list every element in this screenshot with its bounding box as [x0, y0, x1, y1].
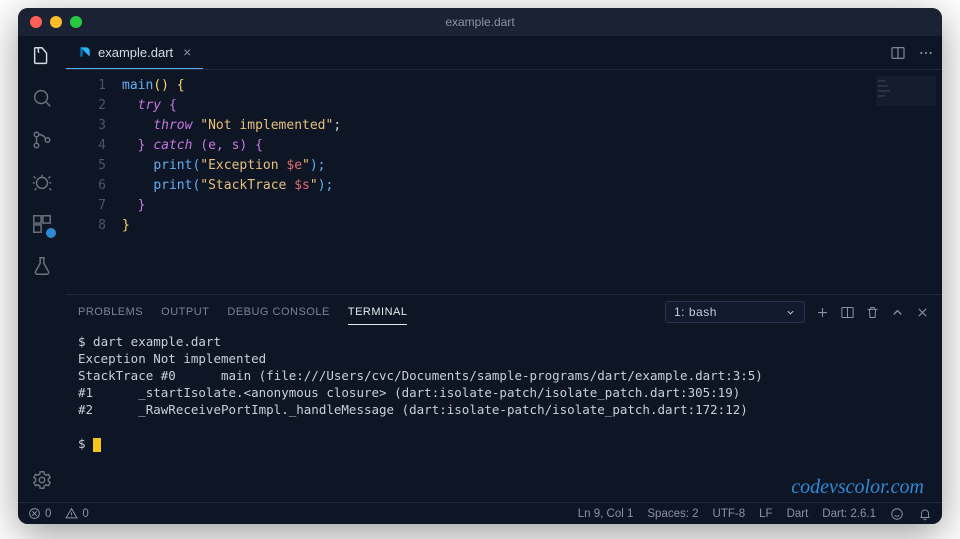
maximize-panel-icon[interactable]: [890, 305, 905, 320]
tab-bar: example.dart ×: [66, 36, 942, 70]
split-editor-icon[interactable]: [890, 45, 906, 61]
extensions-icon[interactable]: [30, 212, 54, 236]
minimize-window-icon[interactable]: [50, 16, 62, 28]
tab-terminal[interactable]: TERMINAL: [348, 300, 408, 325]
window-controls: [30, 16, 82, 28]
feedback-smiley-icon[interactable]: [890, 507, 904, 521]
status-line-col[interactable]: Ln 9, Col 1: [578, 508, 634, 520]
explorer-icon[interactable]: [30, 44, 54, 68]
terminal-selector[interactable]: 1: bash: [665, 301, 805, 323]
tab-problems[interactable]: PROBLEMS: [78, 300, 143, 324]
maximize-window-icon[interactable]: [70, 16, 82, 28]
status-sdk[interactable]: Dart: 2.6.1: [822, 508, 876, 520]
code-editor[interactable]: 12 34 56 78 main() { try { throw "Not im…: [66, 70, 942, 294]
status-errors[interactable]: 0: [28, 507, 51, 520]
terminal-line: Exception Not implemented: [78, 350, 930, 367]
tab-label: example.dart: [98, 45, 173, 60]
badge-icon: [46, 228, 56, 238]
dart-file-icon: [78, 45, 92, 59]
status-language[interactable]: Dart: [787, 508, 809, 520]
watermark: codevscolor.com: [791, 479, 924, 496]
tab-example-dart[interactable]: example.dart ×: [66, 36, 203, 69]
terminal-line: #2 _RawReceivePortImpl._handleMessage (d…: [78, 401, 930, 418]
editor-group: example.dart × 12 34 56: [66, 36, 942, 502]
chevron-down-icon: [785, 307, 796, 318]
debug-icon[interactable]: [30, 170, 54, 194]
status-bar: 0 0 Ln 9, Col 1 Spaces: 2 UTF-8 LF Dart …: [18, 502, 942, 524]
terminal-prompt: $: [78, 435, 930, 452]
search-icon[interactable]: [30, 86, 54, 110]
bottom-panel: PROBLEMS OUTPUT DEBUG CONSOLE TERMINAL 1…: [66, 294, 942, 502]
cursor-icon: [93, 438, 101, 452]
test-beaker-icon[interactable]: [30, 254, 54, 278]
kill-terminal-icon[interactable]: [865, 305, 880, 320]
line-numbers: 12 34 56 78: [66, 76, 122, 288]
terminal-line: #1 _startIsolate.<anonymous closure> (da…: [78, 384, 930, 401]
titlebar: example.dart: [18, 8, 942, 36]
settings-gear-icon[interactable]: [30, 468, 54, 492]
activity-bar: [18, 36, 66, 502]
minimap[interactable]: ▬▬▬▬▬▬▬▬▬▬▬▬▬▬▬: [876, 76, 936, 106]
editor-actions: [890, 36, 934, 69]
status-warnings[interactable]: 0: [65, 507, 88, 520]
terminal-line: StackTrace #0 main (file:///Users/cvc/Do…: [78, 367, 930, 384]
terminal-line: $ dart example.dart: [78, 333, 930, 350]
panel-tabs: PROBLEMS OUTPUT DEBUG CONSOLE TERMINAL 1…: [66, 295, 942, 329]
code-content: main() { try { throw "Not implemented"; …: [122, 76, 942, 288]
status-spaces[interactable]: Spaces: 2: [647, 508, 698, 520]
more-actions-icon[interactable]: [918, 45, 934, 61]
editor-window: example.dart: [18, 8, 942, 524]
terminal-body[interactable]: $ dart example.dart Exception Not implem…: [66, 329, 942, 502]
close-panel-icon[interactable]: [915, 305, 930, 320]
split-terminal-icon[interactable]: [840, 305, 855, 320]
terminal-selector-label: 1: bash: [674, 305, 717, 319]
close-tab-icon[interactable]: ×: [183, 44, 191, 60]
window-title: example.dart: [18, 15, 942, 29]
close-window-icon[interactable]: [30, 16, 42, 28]
new-terminal-icon[interactable]: [815, 305, 830, 320]
status-encoding[interactable]: UTF-8: [713, 508, 746, 520]
status-eol[interactable]: LF: [759, 508, 772, 520]
tab-output[interactable]: OUTPUT: [161, 300, 209, 324]
tab-debug-console[interactable]: DEBUG CONSOLE: [227, 300, 329, 324]
source-control-icon[interactable]: [30, 128, 54, 152]
notifications-bell-icon[interactable]: [918, 507, 932, 521]
